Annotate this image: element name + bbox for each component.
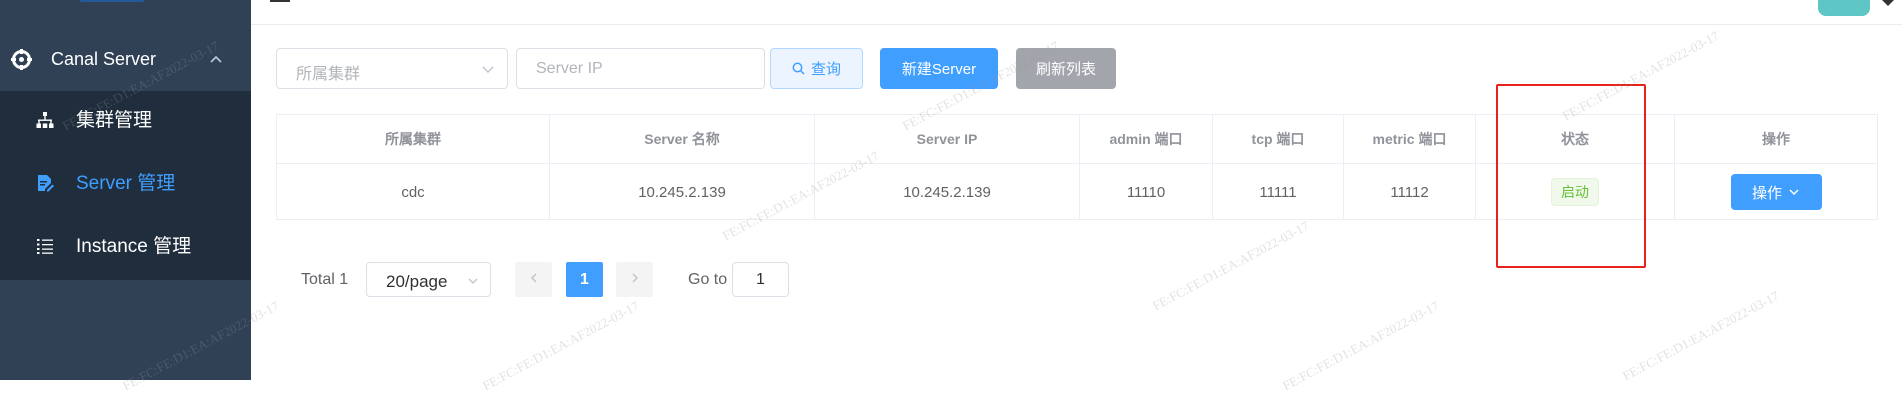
cell-actions: 操作 — [1675, 164, 1877, 220]
sidebar-group-label: Canal Server — [51, 49, 157, 69]
sidebar: Canal Server 集群管理 Server 管理 Instance 管理 — [0, 0, 251, 380]
actions-button-label: 操作 — [1751, 184, 1782, 202]
chevron-right-icon — [630, 271, 640, 289]
sidebar-item-label: Server 管理 — [76, 173, 176, 194]
highlight-annotation-box — [1496, 84, 1646, 268]
page-size-value: 20/page — [386, 272, 448, 291]
next-page-button[interactable] — [616, 262, 653, 297]
cell-server-ip: 10.245.2.139 — [815, 164, 1080, 220]
sidebar-item-server-management[interactable]: Server 管理 — [0, 154, 251, 214]
search-icon — [792, 62, 805, 75]
page-number-current[interactable]: 1 — [566, 262, 603, 297]
server-ip-input[interactable] — [516, 48, 765, 89]
caret-down-icon[interactable] — [1882, 0, 1894, 6]
cluster-select[interactable]: 所属集群 — [276, 48, 508, 89]
new-server-button[interactable]: 新建Server — [880, 48, 998, 89]
list-icon — [36, 237, 54, 261]
column-header: 操作 — [1762, 131, 1790, 147]
cell-metric-port: 11112 — [1344, 164, 1476, 220]
sidebar-item-label: Instance 管理 — [76, 236, 192, 257]
query-button-label: 查询 — [810, 61, 841, 78]
new-server-button-label: 新建Server — [901, 61, 977, 78]
column-header: Server 名称 — [550, 115, 815, 163]
goto-page-input[interactable] — [732, 262, 789, 297]
sidebar-logo-fragment — [80, 0, 144, 2]
goto-label: Go to — [688, 271, 728, 288]
cog-icon — [11, 49, 32, 75]
watermark-text: FE:FC:FE:D1:EA:AF2022-03-17 — [1620, 287, 1782, 384]
refresh-list-button-label: 刷新列表 — [1035, 61, 1096, 78]
column-header: 所属集群 — [277, 115, 550, 163]
file-edit-icon — [36, 174, 54, 198]
query-button[interactable]: 查询 — [770, 48, 863, 89]
chevron-down-icon — [481, 62, 495, 81]
chevron-down-icon — [1788, 186, 1800, 198]
avatar[interactable] — [1818, 0, 1870, 16]
column-header: Server IP — [815, 115, 1080, 163]
sitemap-icon — [36, 111, 54, 135]
sidebar-submenu: 集群管理 Server 管理 Instance 管理 — [0, 91, 251, 280]
prev-page-button[interactable] — [515, 262, 552, 297]
sidebar-item-cluster-management[interactable]: 集群管理 — [0, 91, 251, 151]
chevron-left-icon — [529, 271, 539, 289]
top-navbar — [251, 0, 1902, 25]
hamburger-icon[interactable] — [270, 0, 290, 2]
pagination-total: Total 1 — [301, 271, 349, 288]
actions-dropdown-button[interactable]: 操作 — [1730, 174, 1822, 210]
cell-cluster: cdc — [277, 164, 550, 220]
refresh-list-button[interactable]: 刷新列表 — [1016, 48, 1116, 89]
cell-tcp-port: 11111 — [1213, 164, 1344, 220]
watermark-text: FE:FC:FE:D1:EA:AF2022-03-17 — [1150, 217, 1312, 314]
column-header: metric 端口 — [1344, 115, 1476, 163]
sidebar-item-label: 集群管理 — [76, 110, 153, 131]
column-header: admin 端口 — [1080, 115, 1213, 163]
cell-server-name: 10.245.2.139 — [550, 164, 815, 220]
page-size-select[interactable]: 20/page — [366, 262, 491, 297]
chevron-up-icon — [209, 50, 223, 71]
chevron-down-icon — [467, 274, 479, 292]
cell-admin-port: 11110 — [1080, 164, 1213, 220]
sidebar-group-canal-server[interactable]: Canal Server — [0, 29, 251, 91]
column-header: tcp 端口 — [1213, 115, 1344, 163]
sidebar-item-instance-management[interactable]: Instance 管理 — [0, 217, 251, 277]
cluster-select-placeholder: 所属集群 — [296, 66, 361, 83]
